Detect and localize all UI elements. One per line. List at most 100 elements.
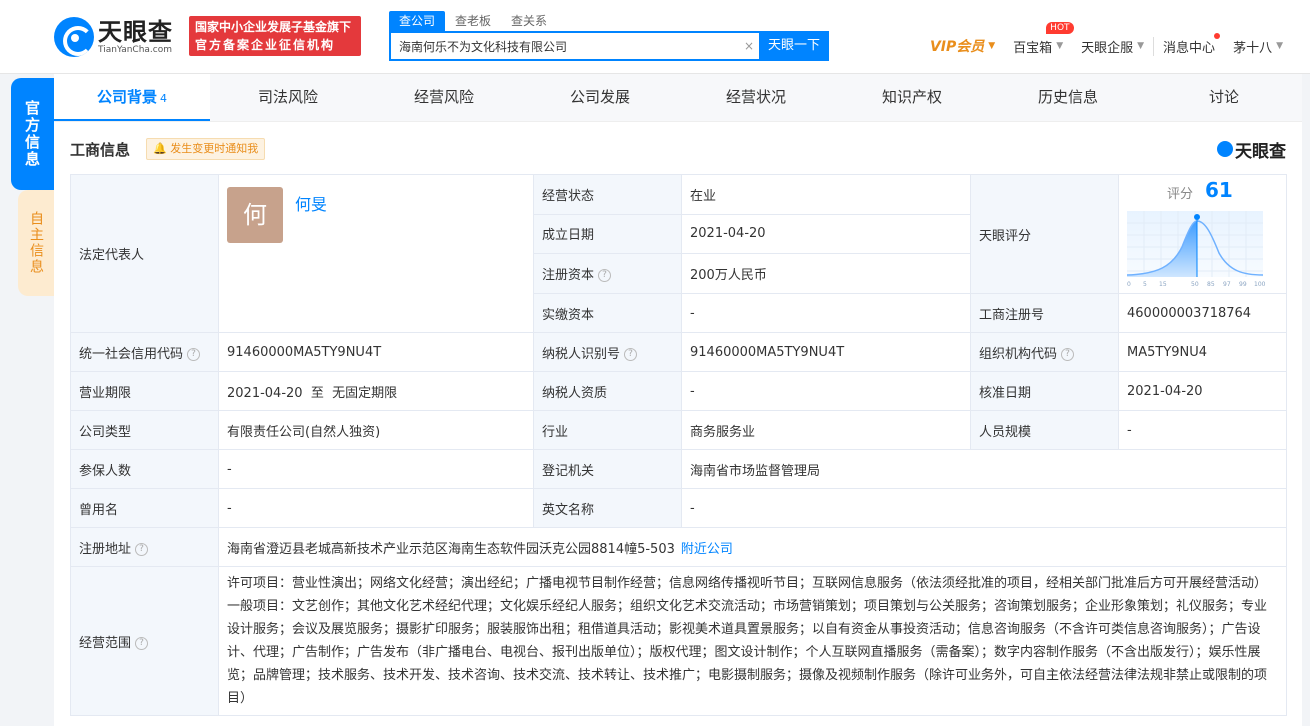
site-logo[interactable]: 天眼查 TianYanCha.com bbox=[54, 17, 173, 57]
help-icon[interactable]: ? bbox=[1061, 347, 1075, 361]
search-tab-boss[interactable]: 查老板 bbox=[445, 11, 501, 31]
tab-company-background[interactable]: 公司背景 4 bbox=[54, 74, 210, 121]
nearby-companies-link[interactable]: 附近公司 bbox=[681, 542, 733, 557]
message-center[interactable]: 消息中心 bbox=[1153, 32, 1224, 56]
reg-no-label: 工商注册号 bbox=[970, 293, 1119, 333]
business-info-table: 法定代表人 何何旻 经营状态 在业 天眼评分 评分 61 0 5 15 50 8… bbox=[70, 174, 1287, 716]
org-label-text: 组织机构代码 bbox=[979, 346, 1058, 362]
scope-value: 许可项目：营业性演出；网络文化经营；演出经纪；广播电视节目制作经营；信息网络传播… bbox=[218, 566, 1287, 716]
english-name-value: - bbox=[681, 488, 1287, 528]
help-icon[interactable]: ? bbox=[187, 347, 201, 361]
top-nav: VIP会员 ▼ 百宝箱 ▼ HOT 天眼企服 ▼ 消息中心 茅十八 ▼ bbox=[921, 21, 1292, 56]
established-label: 成立日期 bbox=[533, 213, 682, 255]
taxpayer-label-text: 纳税人识别号 bbox=[542, 346, 621, 362]
score-tick: 100 bbox=[1254, 281, 1266, 288]
help-icon[interactable]: ? bbox=[624, 347, 638, 361]
side-tab-official[interactable]: 官方信息 bbox=[11, 78, 54, 190]
legal-rep-name[interactable]: 何旻 bbox=[295, 195, 327, 214]
table-row: 经营范围? 许可项目：营业性演出；网络文化经营；演出经纪；广播电视节目制作经营；… bbox=[70, 566, 1287, 716]
avatar: 何 bbox=[227, 187, 283, 243]
former-name-label: 曾用名 bbox=[70, 488, 219, 528]
status-label: 经营状态 bbox=[533, 174, 682, 215]
taxpayer-id-value: 91460000MA5TY9NU4T bbox=[681, 332, 971, 372]
hot-badge: HOT bbox=[1046, 21, 1074, 34]
tab-company-development[interactable]: 公司发展 bbox=[522, 74, 678, 121]
address-label-text: 注册地址 bbox=[79, 541, 132, 557]
treasure-menu[interactable]: 百宝箱 ▼ HOT bbox=[1004, 21, 1074, 56]
score-tick: 99 bbox=[1239, 281, 1247, 288]
taxpayer-id-label: 纳税人识别号? bbox=[533, 332, 682, 372]
address-cell: 海南省澄迈县老城高新技术产业示范区海南生态软件园沃克公园8814幢5-503 附近… bbox=[218, 527, 1287, 567]
help-icon[interactable]: ? bbox=[135, 542, 149, 556]
insured-label: 参保人数 bbox=[70, 449, 219, 489]
logo-title: 天眼查 bbox=[98, 17, 173, 46]
score-cell: 评分 61 0 5 15 50 85 97 99 100 bbox=[1118, 174, 1287, 294]
category-tabs: 公司背景 4 司法风险 经营风险 公司发展 经营状况 知识产权 历史信息 讨论 bbox=[54, 74, 1302, 122]
tax-qualification-value: - bbox=[681, 371, 971, 411]
tab-operation-status[interactable]: 经营状况 bbox=[678, 74, 834, 121]
table-row: 参保人数 - 登记机关 海南省市场监督管理局 bbox=[70, 449, 1287, 489]
search-tab-company[interactable]: 查公司 bbox=[389, 11, 446, 31]
search-tab-relation[interactable]: 查关系 bbox=[501, 11, 557, 31]
score-title: 评分 bbox=[1167, 187, 1194, 202]
tab-intellectual-property[interactable]: 知识产权 bbox=[834, 74, 990, 121]
certification-badge: 国家中小企业发展子基金旗下 官方备案企业征信机构 bbox=[189, 16, 361, 56]
vip-menu[interactable]: VIP会员 ▼ bbox=[921, 36, 1004, 56]
main-panel: 公司背景 4 司法风险 经营风险 公司发展 经营状况 知识产权 历史信息 讨论 工… bbox=[54, 74, 1302, 726]
staff-size-value: - bbox=[1118, 410, 1287, 450]
search-button[interactable]: 天眼一下 bbox=[759, 32, 829, 60]
legal-rep-label: 法定代表人 bbox=[70, 174, 219, 333]
credit-code-label: 统一社会信用代码? bbox=[70, 332, 219, 372]
caret-down-icon: ▼ bbox=[1276, 41, 1283, 51]
search-input[interactable] bbox=[391, 33, 739, 59]
treasure-label: 百宝箱 bbox=[1013, 40, 1053, 56]
address-value: 海南省澄迈县老城高新技术产业示范区海南生态软件园沃克公园8814幢5-503 bbox=[227, 541, 675, 557]
scope-label: 经营范围? bbox=[70, 566, 219, 716]
org-code-label: 组织机构代码? bbox=[970, 332, 1119, 372]
score-value: 61 bbox=[1205, 178, 1233, 202]
tab-judicial-risk[interactable]: 司法风险 bbox=[210, 74, 366, 121]
english-name-label: 英文名称 bbox=[533, 488, 682, 528]
reg-no-value: 460000003718764 bbox=[1118, 293, 1287, 333]
score-tick: 50 bbox=[1191, 281, 1199, 288]
authority-label: 登记机关 bbox=[533, 449, 682, 489]
unread-dot-icon bbox=[1214, 32, 1221, 39]
legal-rep-cell: 何何旻 bbox=[218, 174, 534, 333]
table-row: 统一社会信用代码? 91460000MA5TY9NU4T 纳税人识别号? 914… bbox=[70, 332, 1287, 372]
help-icon[interactable]: ? bbox=[135, 636, 149, 650]
former-name-value: - bbox=[218, 488, 534, 528]
caret-down-icon: ▼ bbox=[988, 41, 996, 51]
status-value: 在业 bbox=[681, 174, 971, 215]
tab-history[interactable]: 历史信息 bbox=[990, 74, 1146, 121]
notify-label: 发生变更时通知我 bbox=[170, 142, 259, 155]
score-bell-curve-icon: 0 5 15 50 85 97 99 100 bbox=[1127, 211, 1266, 288]
tab-discussion[interactable]: 讨论 bbox=[1146, 74, 1302, 121]
capital-label: 注册资本? bbox=[533, 253, 682, 294]
term-label: 营业期限 bbox=[70, 371, 219, 411]
user-menu[interactable]: 茅十八 ▼ bbox=[1224, 37, 1292, 56]
tab-operation-risk[interactable]: 经营风险 bbox=[366, 74, 522, 121]
user-name: 茅十八 bbox=[1233, 40, 1273, 56]
industry-value: 商务服务业 bbox=[681, 410, 971, 450]
help-icon[interactable]: ? bbox=[598, 269, 612, 283]
company-type-value: 有限责任公司(自然人独资) bbox=[218, 410, 534, 450]
enterprise-menu[interactable]: 天眼企服 ▼ bbox=[1072, 37, 1153, 56]
company-type-label: 公司类型 bbox=[70, 410, 219, 450]
credit-code-value: 91460000MA5TY9NU4T bbox=[218, 332, 534, 372]
paid-label: 实缴资本 bbox=[533, 293, 682, 333]
established-value: 2021-04-20 bbox=[681, 213, 971, 255]
credit-label-text: 统一社会信用代码 bbox=[79, 346, 184, 362]
section-title: 工商信息 bbox=[70, 140, 131, 159]
badge-line-1: 国家中小企业发展子基金旗下 bbox=[195, 20, 352, 34]
caret-down-icon: ▼ bbox=[1056, 41, 1064, 51]
tab-count: 4 bbox=[160, 92, 167, 105]
score-tick: 85 bbox=[1207, 281, 1215, 288]
notify-change-button[interactable]: 🔔 发生变更时通知我 bbox=[146, 138, 266, 160]
clear-icon[interactable]: × bbox=[739, 39, 759, 53]
side-tab-self[interactable]: 自主信息 bbox=[18, 190, 54, 296]
table-row: 公司类型 有限责任公司(自然人独资) 行业 商务服务业 人员规模 - bbox=[70, 410, 1287, 450]
score-tick: 15 bbox=[1159, 281, 1167, 288]
score-chart[interactable]: 评分 61 0 5 15 50 85 97 99 100 bbox=[1119, 175, 1286, 293]
term-value: 2021-04-20 至 无固定期限 bbox=[218, 371, 534, 411]
capital-value: 200万人民币 bbox=[681, 253, 971, 294]
